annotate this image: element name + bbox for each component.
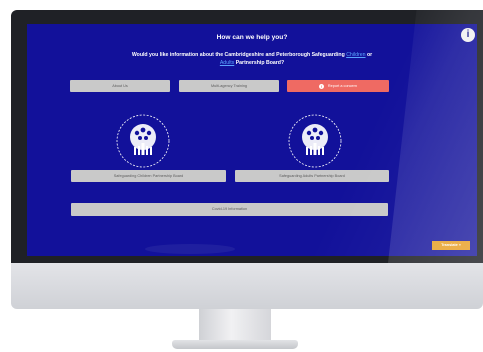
page-subtitle: Would you like information about the Cam… xyxy=(87,51,417,67)
monitor-chin xyxy=(11,263,483,309)
subtitle-text-end: Partnership Board? xyxy=(234,60,285,66)
monitor-stand-foot xyxy=(172,340,298,349)
page-title: How can we help you? xyxy=(216,34,288,41)
monitor-stand-neck xyxy=(199,309,271,343)
translate-label: Translate » xyxy=(441,243,461,247)
children-board-logo[interactable] xyxy=(115,113,171,169)
covid-information-label: Covid-19 Information xyxy=(211,207,248,211)
subtitle-text-middle: or xyxy=(365,52,373,58)
adults-board-logo[interactable] xyxy=(287,113,343,169)
covid-information-button[interactable]: Covid-19 Information xyxy=(71,203,388,216)
about-us-label: About Us xyxy=(112,84,128,88)
children-board-button[interactable]: Safeguarding Children Partnership Board xyxy=(71,170,226,182)
report-concern-button[interactable]: ! Report a concern xyxy=(287,80,389,92)
children-link[interactable]: Children xyxy=(346,52,365,58)
multi-agency-training-button[interactable]: Multi-agency Training xyxy=(179,80,279,92)
background-ellipse xyxy=(145,244,235,254)
adults-board-button[interactable]: Safeguarding Adults Partnership Board xyxy=(235,170,389,182)
adults-board-label: Safeguarding Adults Partnership Board xyxy=(279,174,345,178)
browser-viewport: How can we help you? Would you like info… xyxy=(27,24,477,256)
subtitle-text-start: Would you like information about the Cam… xyxy=(131,52,347,58)
multi-agency-training-label: Multi-agency Training xyxy=(210,84,248,88)
exclamation-icon: ! xyxy=(318,83,324,89)
about-us-button[interactable]: About Us xyxy=(70,80,170,92)
report-concern-label: Report a concern xyxy=(327,84,358,88)
adults-link[interactable]: Adults xyxy=(220,60,234,66)
translate-button[interactable]: Translate » xyxy=(432,241,470,250)
info-icon[interactable]: i xyxy=(461,28,475,42)
children-board-label: Safeguarding Children Partnership Board xyxy=(113,174,184,178)
